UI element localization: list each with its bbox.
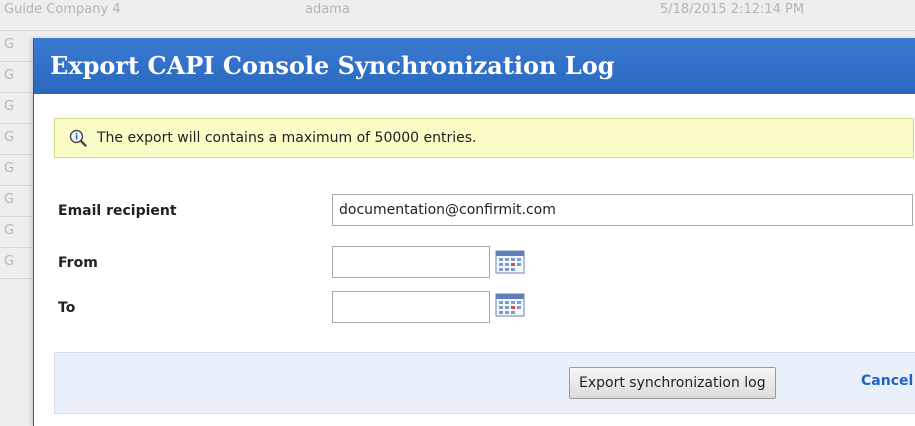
- table-cell: G: [4, 192, 15, 207]
- table-cell: G: [4, 254, 15, 269]
- table-cell: G: [4, 223, 15, 238]
- table-cell: G: [4, 161, 15, 176]
- table-cell: adama: [305, 2, 350, 17]
- dialog-header: Export CAPI Console Synchronization Log: [34, 38, 915, 94]
- from-date-field[interactable]: [332, 246, 490, 278]
- table-cell: 5/18/2015 2:12:14 PM: [660, 2, 805, 17]
- table-cell: Guide Company 4: [4, 2, 121, 17]
- calendar-icon[interactable]: [495, 248, 525, 274]
- table-cell: G: [4, 130, 15, 145]
- table-cell: G: [4, 99, 15, 114]
- export-log-button[interactable]: Export synchronization log: [569, 367, 776, 399]
- info-notice: The export will contains a maximum of 50…: [54, 118, 914, 158]
- from-label: From: [58, 255, 98, 271]
- notice-text: The export will contains a maximum of 50…: [97, 130, 477, 146]
- to-label: To: [58, 300, 76, 316]
- cancel-link[interactable]: Cancel: [861, 373, 913, 389]
- dialog-footer: Export synchronization log Cancel: [54, 352, 915, 414]
- table-row: Guide Company 4 adama 5/18/2015 2:12:14 …: [0, 0, 915, 31]
- email-field[interactable]: [332, 194, 913, 226]
- to-date-field[interactable]: [332, 291, 490, 323]
- magnifier-info-icon: [69, 129, 87, 147]
- table-cell: G: [4, 68, 15, 83]
- email-label: Email recipient: [58, 203, 177, 219]
- export-dialog: Export CAPI Console Synchronization Log …: [33, 38, 915, 426]
- table-cell: G: [4, 37, 15, 52]
- calendar-icon[interactable]: [495, 291, 525, 317]
- dialog-title: Export CAPI Console Synchronization Log: [50, 51, 615, 80]
